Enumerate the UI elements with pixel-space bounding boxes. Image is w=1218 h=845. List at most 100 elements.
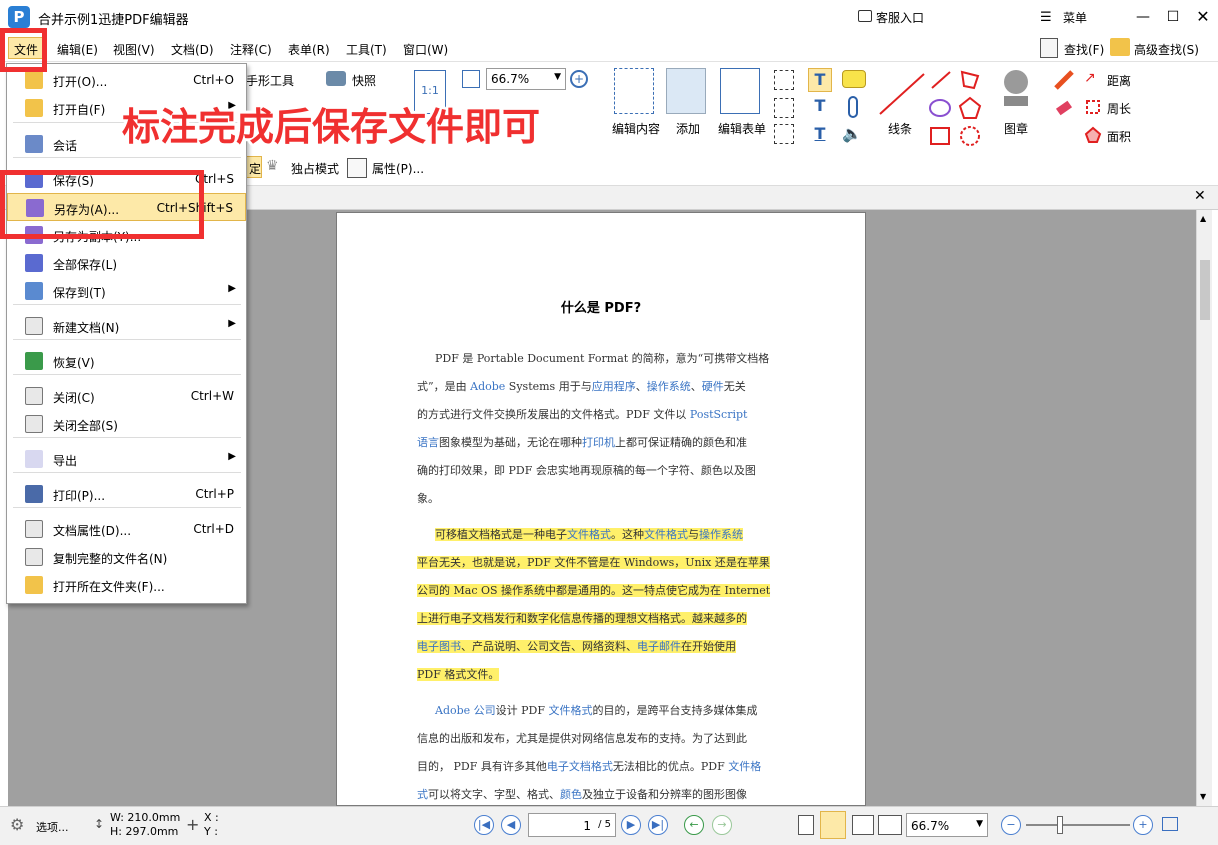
zoom-slider-thumb[interactable] (1057, 816, 1063, 834)
area-button[interactable]: 面积 (1107, 128, 1131, 145)
facing-page-icon[interactable] (852, 815, 874, 835)
hyperlink[interactable]: 颜色 (560, 788, 582, 801)
continuous-page-icon[interactable] (820, 811, 846, 839)
menu-comment[interactable]: 注释(C) (230, 41, 272, 58)
scroll-up-icon[interactable]: ▲ (1200, 214, 1206, 223)
maximize-button[interactable]: ☐ (1160, 4, 1186, 30)
menu-edit[interactable]: 编辑(E) (57, 41, 98, 58)
file-menu-save-all[interactable]: 全部保存(L) (7, 249, 246, 277)
text-run: 、 (635, 380, 647, 393)
ribbon-zoom-select[interactable]: 66.7% ▼ (486, 68, 566, 90)
hyperlink[interactable]: 电子邮件 (637, 640, 681, 653)
vertical-scrollbar[interactable]: ▲ ▼ (1196, 210, 1212, 806)
scroll-down-icon[interactable]: ▼ (1200, 792, 1206, 801)
hyperlink[interactable]: 语言 (417, 436, 439, 449)
hyperlink[interactable]: 操作系统 (647, 380, 691, 393)
hyperlink[interactable]: 文件格 (728, 760, 761, 773)
file-menu-save-to[interactable]: 保存到(T) ▶ (7, 277, 246, 305)
hyperlink[interactable]: 硬件 (702, 380, 724, 393)
menu-view[interactable]: 视图(V) (113, 41, 155, 58)
stamp-button[interactable]: 图章 (1004, 120, 1028, 137)
file-menu-print[interactable]: 打印(P)... Ctrl+P (7, 480, 246, 508)
sound-icon[interactable]: 🔈 (842, 124, 866, 144)
underline-icon[interactable]: T (810, 124, 830, 144)
fullscreen-icon[interactable] (1162, 817, 1178, 831)
shape-tools-icon[interactable] (928, 68, 1008, 148)
page-number-input[interactable]: 1 / 5 (528, 813, 616, 837)
typewriter-icon[interactable]: T (808, 68, 832, 92)
exclusive-mode-button[interactable]: 独占模式 (291, 160, 339, 177)
last-page-button[interactable]: ▶| (648, 815, 668, 835)
zoom-out-button[interactable]: − (1001, 815, 1021, 835)
hyperlink[interactable]: Adobe 公司 (435, 704, 496, 717)
menu-form[interactable]: 表单(R) (288, 41, 330, 58)
zoom-in-icon[interactable]: + (570, 70, 588, 88)
perimeter-button[interactable]: 周长 (1107, 100, 1131, 117)
strikeout-icon[interactable]: T (810, 96, 830, 116)
text-run: 及独立于设备和分辨率的图形图像 (582, 788, 747, 801)
hyperlink[interactable]: Adobe (470, 380, 505, 393)
status-zoom-select[interactable]: 66.7% ▼ (906, 813, 988, 837)
add-button[interactable]: 添加 (676, 120, 700, 137)
file-menu-close-all[interactable]: 关闭全部(S) (7, 410, 246, 438)
hyperlink[interactable]: 文件格式 (549, 704, 593, 717)
line-tool-icon[interactable] (878, 72, 928, 116)
file-menu-restore[interactable]: 恢复(V) (7, 347, 246, 375)
edit-content-button[interactable]: 编辑内容 (612, 120, 660, 137)
single-page-icon[interactable] (798, 815, 814, 835)
callout-icon[interactable] (774, 124, 794, 144)
hyperlink[interactable]: 文件格式 (567, 528, 611, 541)
hyperlink[interactable]: 电子图书 (417, 640, 461, 653)
file-menu-export[interactable]: 导出 ▶ (7, 445, 246, 473)
stamp-icon[interactable] (998, 68, 1034, 112)
prev-page-button[interactable]: ◀ (501, 815, 521, 835)
note-icon[interactable] (842, 70, 866, 88)
hyperlink[interactable]: 应用程序 (592, 380, 636, 393)
first-page-button[interactable]: |◀ (474, 815, 494, 835)
menu-item-label: 文档属性(D)... (53, 524, 132, 538)
text-field-icon[interactable] (774, 98, 794, 118)
options-button[interactable]: 选项... (36, 819, 69, 835)
fit-page-icon[interactable] (462, 70, 480, 88)
back-button[interactable]: ← (684, 815, 704, 835)
file-menu-copy-filename[interactable]: 复制完整的文件名(N) (7, 543, 246, 571)
distance-button[interactable]: 距离 (1107, 72, 1131, 89)
zoom-slider-track[interactable] (1026, 824, 1130, 826)
hyperlink[interactable]: 电子文档格式 (547, 760, 613, 773)
main-menu-button[interactable]: 菜单 (1063, 9, 1087, 26)
menu-window[interactable]: 窗口(W) (403, 41, 448, 58)
hyperlink[interactable]: PostScript (690, 408, 748, 421)
scroll-thumb[interactable] (1200, 260, 1210, 320)
zoom-in-button[interactable]: + (1133, 815, 1153, 835)
text-line: 式可以将文字、字型、格式、颜色及独立于设备和分辨率的图形图像 (417, 781, 789, 809)
file-menu-close[interactable]: 关闭(C) Ctrl+W (7, 382, 246, 410)
attachment-icon[interactable] (848, 96, 858, 118)
file-menu-document-properties[interactable]: 文档属性(D)... Ctrl+D (7, 515, 246, 543)
file-menu-new-document[interactable]: 新建文档(N) ▶ (7, 312, 246, 340)
next-page-button[interactable]: ▶ (621, 815, 641, 835)
snapshot-button[interactable]: 快照 (352, 72, 376, 89)
find-button[interactable]: 查找(F) (1064, 41, 1104, 58)
menu-item-label: 打开所在文件夹(F)... (53, 580, 165, 594)
hyperlink[interactable]: 文件格式 (644, 528, 688, 541)
hand-tool-button[interactable]: 手形工具 (246, 72, 294, 89)
close-tab-icon[interactable]: ✕ (1194, 188, 1206, 204)
edit-form-button[interactable]: 编辑表单 (718, 120, 766, 137)
menu-document[interactable]: 文档(D) (171, 41, 214, 58)
properties-button[interactable]: 属性(P)... (372, 160, 424, 177)
hyperlink[interactable]: 打印机 (582, 436, 615, 449)
hyperlink[interactable]: 式 (417, 788, 428, 801)
eraser-icon[interactable] (1054, 98, 1074, 118)
lines-button[interactable]: 线条 (888, 120, 912, 137)
text-box-icon[interactable] (774, 70, 794, 90)
minimize-button[interactable]: — (1130, 4, 1156, 30)
continuous-facing-icon[interactable] (878, 815, 902, 835)
advanced-find-button[interactable]: 高级查找(S) (1134, 41, 1199, 58)
hyperlink[interactable]: 操作系统 (699, 528, 743, 541)
forward-button[interactable]: → (712, 815, 732, 835)
highlight-pen-icon[interactable] (1054, 70, 1074, 90)
menu-tools[interactable]: 工具(T) (346, 41, 387, 58)
file-menu-open-folder[interactable]: 打开所在文件夹(F)... (7, 571, 246, 599)
close-window-button[interactable]: ✕ (1190, 4, 1216, 30)
customer-service-button[interactable]: 客服入口 (876, 9, 924, 26)
